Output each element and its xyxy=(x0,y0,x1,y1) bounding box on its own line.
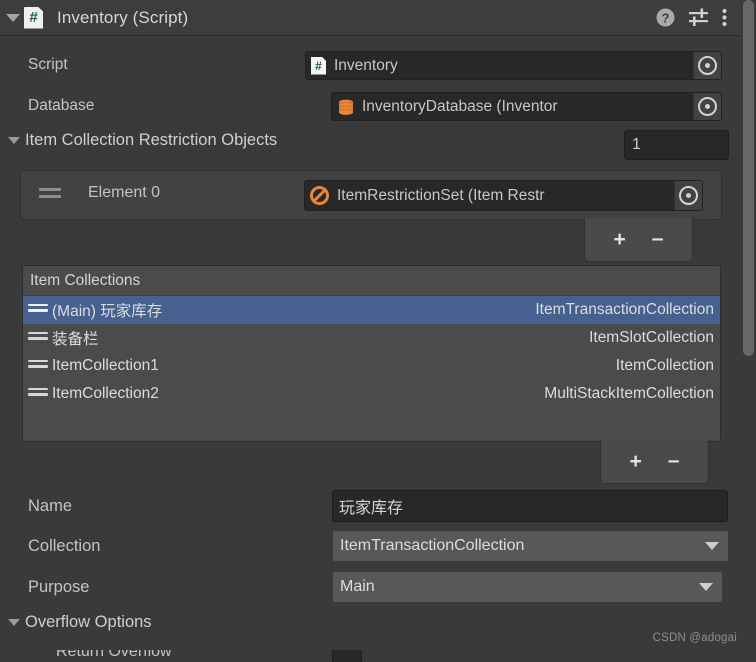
list-item-type: MultiStackItemCollection xyxy=(544,385,714,402)
component-title: Inventory (Script) xyxy=(57,7,189,27)
add-item-collection-button[interactable]: + xyxy=(630,451,642,472)
drag-handle-icon[interactable] xyxy=(28,359,48,373)
restriction-objects-foldout-icon[interactable] xyxy=(8,137,20,144)
item-collections-add-remove-bar: + – xyxy=(600,440,709,484)
purpose-value: Main xyxy=(340,578,375,595)
database-object-field[interactable]: InventoryDatabase (Inventor xyxy=(331,92,722,121)
component-header[interactable]: # Inventory (Script) ? xyxy=(0,0,741,36)
inspector-panel: # Inventory (Script) ? Script # Inventor… xyxy=(0,0,741,662)
watermark: CSDN @adogai xyxy=(652,632,737,644)
name-row: Name xyxy=(28,491,72,521)
restriction-objects-label: Item Collection Restriction Objects xyxy=(25,131,278,149)
restriction-objects-size-value: 1 xyxy=(632,136,641,153)
list-item-name: (Main) 玩家库存 xyxy=(52,303,163,320)
database-icon xyxy=(339,99,353,115)
script-value: Inventory xyxy=(334,56,398,74)
restriction-element-value: ItemRestrictionSet (Item Restr xyxy=(337,186,545,204)
overflow-options-label: Overflow Options xyxy=(25,613,152,631)
list-item-name: ItemCollection1 xyxy=(52,357,159,374)
component-foldout-icon[interactable] xyxy=(6,13,20,22)
item-collections-header-label: Item Collections xyxy=(30,271,141,289)
restriction-element-label: Element 0 xyxy=(88,184,161,201)
chevron-down-icon xyxy=(699,583,713,591)
restriction-objects-add-remove-bar: + – xyxy=(584,218,693,262)
object-picker-icon[interactable] xyxy=(693,93,721,120)
script-label: Script xyxy=(28,56,68,73)
chevron-down-icon xyxy=(705,542,719,550)
list-item-name: 装备栏 xyxy=(52,331,99,348)
drag-handle-icon[interactable] xyxy=(39,188,61,199)
name-input[interactable]: 玩家库存 xyxy=(332,490,728,522)
list-item-type: ItemSlotCollection xyxy=(589,329,714,346)
purpose-label: Purpose xyxy=(28,577,90,596)
drag-handle-icon[interactable] xyxy=(28,331,48,345)
collection-dropdown[interactable]: ItemTransactionCollection xyxy=(332,530,729,562)
overflow-options-foldout-icon[interactable] xyxy=(8,619,20,626)
remove-item-collection-button[interactable]: – xyxy=(668,450,680,471)
restriction-objects-section[interactable]: Item Collection Restriction Objects xyxy=(2,131,277,150)
collection-label: Collection xyxy=(28,536,101,555)
name-label: Name xyxy=(28,496,73,515)
database-label: Database xyxy=(28,97,95,114)
name-value: 玩家库存 xyxy=(339,500,404,517)
database-value: InventoryDatabase (Inventor xyxy=(362,97,558,115)
restriction-element-object-field[interactable]: ItemRestrictionSet (Item Restr xyxy=(304,180,703,211)
list-item[interactable]: (Main) 玩家库存 ItemTransactionCollection xyxy=(23,296,720,324)
csharp-script-icon: # xyxy=(311,56,326,75)
drag-handle-icon[interactable] xyxy=(28,303,48,317)
item-collections-list-header: Item Collections xyxy=(23,266,720,296)
restriction-element-container: Element 0 ItemRestrictionSet (Item Restr xyxy=(20,170,722,220)
svg-text:?: ? xyxy=(662,10,670,25)
collection-row: Collection xyxy=(28,531,100,561)
add-restriction-object-button[interactable]: + xyxy=(614,229,626,250)
no-entry-icon xyxy=(310,186,329,205)
help-icon[interactable]: ? xyxy=(656,8,675,27)
object-picker-icon[interactable] xyxy=(693,52,721,79)
vertical-scrollbar[interactable] xyxy=(741,0,756,662)
list-item-type: ItemTransactionCollection xyxy=(535,301,714,318)
header-icon-group: ? xyxy=(656,8,741,27)
item-collections-list: Item Collections (Main) 玩家库存 ItemTransac… xyxy=(22,265,721,442)
scrollbar-thumb[interactable] xyxy=(743,0,754,356)
overflow-cut-row-checkbox[interactable] xyxy=(332,650,362,662)
script-object-field[interactable]: # Inventory xyxy=(305,51,722,80)
object-picker-icon[interactable] xyxy=(674,181,702,210)
database-row: Database xyxy=(28,91,94,121)
purpose-row: Purpose xyxy=(28,572,89,602)
list-item[interactable]: ItemCollection1 ItemCollection xyxy=(23,352,720,380)
list-item[interactable]: 装备栏 ItemSlotCollection xyxy=(23,324,720,352)
script-badge-glyph: # xyxy=(29,9,38,26)
script-row: Script xyxy=(28,50,68,80)
purpose-dropdown[interactable]: Main xyxy=(332,571,723,603)
csharp-script-icon: # xyxy=(24,6,43,29)
kebab-menu-icon[interactable] xyxy=(722,8,727,27)
collection-value: ItemTransactionCollection xyxy=(340,537,525,554)
overflow-cut-row: Return Overflow xyxy=(0,650,741,662)
drag-handle-icon[interactable] xyxy=(28,387,48,401)
restriction-objects-size-field[interactable]: 1 xyxy=(624,130,729,160)
remove-restriction-object-button[interactable]: – xyxy=(652,228,664,249)
list-item-name: ItemCollection2 xyxy=(52,385,159,402)
preset-slider-icon[interactable] xyxy=(688,8,709,27)
list-item-type: ItemCollection xyxy=(615,357,714,374)
list-item[interactable]: ItemCollection2 MultiStackItemCollection xyxy=(23,380,720,408)
overflow-cut-row-label: Return Overflow xyxy=(56,650,172,660)
overflow-options-section[interactable]: Overflow Options xyxy=(2,613,152,632)
